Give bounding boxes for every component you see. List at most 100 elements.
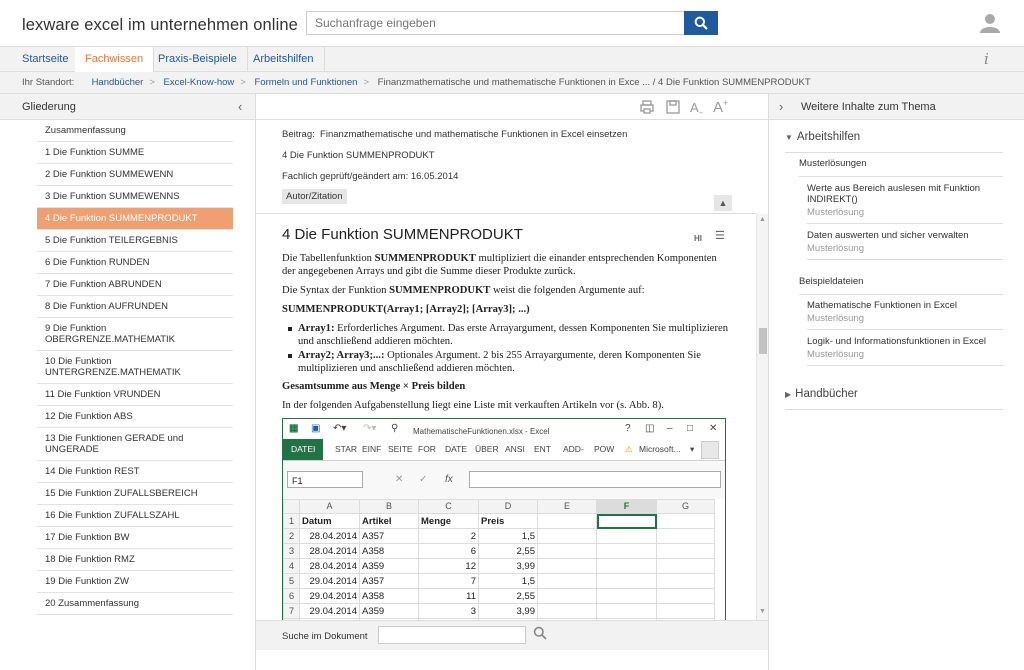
column-header: C [418, 499, 479, 514]
collapse-outline-icon[interactable]: ‹ [238, 99, 242, 114]
outline-item[interactable]: 3 Die Funktion SUMMEWENNS [37, 186, 233, 208]
outline-item[interactable]: 5 Die Funktion TEILERGEBNIS [37, 230, 233, 252]
related-header: › Weitere Inhalte zum Thema [769, 94, 1024, 120]
breadcrumb: Ihr Standort: Handbücher > Excel-Know-how… [0, 72, 1024, 94]
nav-arbeitshilfen[interactable]: Arbeitshilfen [243, 47, 325, 71]
outline-item[interactable]: 1 Die Funktion SUMME [37, 142, 233, 164]
excel-cancel-icon: ✕ [395, 474, 404, 485]
outline-item[interactable]: 17 Die Funktion BW [37, 527, 233, 549]
document-scrollbar[interactable]: ▲ ▼ [756, 214, 768, 620]
list-item: Array2; Array3;...: Optionales Argument.… [288, 349, 730, 375]
search-box [306, 11, 718, 35]
outline-item-active[interactable]: 4 Die Funktion SUMMENPRODUKT [37, 208, 233, 230]
argument-list: Array1: Erforderliches Argument. Das ers… [288, 322, 730, 375]
document-search-input[interactable] [378, 626, 526, 644]
save-icon[interactable] [666, 100, 680, 114]
table-row: 2 28.04.2014 A357 2 1,5 [283, 528, 715, 544]
outline-item[interactable]: 20 Zusammenfassung [37, 593, 233, 615]
excel-save-icon: ▣ [311, 423, 321, 434]
scroll-thumb[interactable] [759, 328, 767, 354]
outline-item[interactable]: Zusammenfassung [37, 120, 233, 142]
outline-item[interactable]: 18 Die Funktion RMZ [37, 549, 233, 571]
corner-cell [283, 499, 300, 514]
excel-tab: STAR [335, 444, 358, 454]
outline-item[interactable]: 6 Die Funktion RUNDEN [37, 252, 233, 274]
print-icon[interactable] [640, 100, 654, 114]
triangle-down-icon: ▼ [785, 133, 793, 142]
nav-praxis-beispiele[interactable]: Praxis-Beispiele [148, 47, 248, 71]
outline-item[interactable]: 8 Die Funktion AUFRUNDEN [37, 296, 233, 318]
related-item[interactable]: Logik- und Informationsfunktionen in Exc… [807, 336, 1003, 366]
font-decrease-icon[interactable]: A− [690, 100, 703, 118]
outline-item[interactable]: 15 Die Funktion ZUFALLSBEREICH [37, 483, 233, 505]
outline-list: Zusammenfassung 1 Die Funktion SUMME 2 D… [37, 120, 233, 615]
related-item[interactable]: Daten auswerten und sicher verwalten Mus… [807, 230, 1003, 260]
collapse-meta-icon[interactable]: ▲ [714, 195, 732, 211]
search-icon[interactable] [533, 626, 547, 640]
paragraph-intro: Die Tabellenfunktion SUMMENPRODUKT multi… [282, 253, 717, 277]
nav-startseite[interactable]: Startseite [12, 47, 80, 71]
outline-item[interactable]: 11 Die Funktion VRUNDEN [37, 384, 233, 406]
excel-help-icon: ? [625, 423, 631, 434]
hi-label[interactable]: HI [694, 232, 702, 245]
outline-item[interactable]: 12 Die Funktion ABS [37, 406, 233, 428]
search-input[interactable] [307, 12, 684, 34]
excel-maximize-icon: □ [687, 423, 694, 434]
beitrag-label: Beitrag: [282, 129, 315, 140]
info-icon[interactable]: i [984, 50, 989, 68]
font-increase-icon[interactable]: A+ [713, 98, 728, 116]
outline-title: Gliederung [22, 101, 76, 113]
outline-item[interactable]: 19 Die Funktion ZW [37, 571, 233, 593]
breadcrumb-formeln[interactable]: Formeln und Funktionen [254, 77, 357, 88]
site-logo[interactable]: lexware excel im unternehmen online [22, 16, 298, 35]
section-arbeitshilfen[interactable]: ▼ Arbeitshilfen [785, 131, 1003, 153]
excel-tab: ÜBER [475, 444, 499, 454]
excel-tab: DATEI [283, 439, 324, 460]
user-icon[interactable] [980, 13, 1000, 33]
breadcrumb-handbuecher[interactable]: Handbücher [92, 77, 144, 88]
related-item[interactable]: Werte aus Bereich auslesen mit Funktion … [807, 183, 1003, 224]
related-item[interactable]: Mathematische Funktionen in Excel Muster… [807, 300, 1003, 330]
excel-formula-bar: F1 ✕ ✓ fx [283, 461, 725, 499]
excel-screenshot: ▦ ▣ ↶▾ ↷▾ ⚲ MathematischeFunktionen.xlsx… [282, 418, 726, 627]
beitrag-title: Finanzmathematische und mathematische Fu… [320, 129, 628, 140]
section-handbuecher[interactable]: ▶ Handbücher [785, 388, 1003, 410]
main-nav: Startseite Fachwissen Praxis-Beispiele A… [0, 46, 1024, 72]
excel-ribbon-icon: ◫ [645, 423, 655, 434]
article-title: 4 Die Funktion SUMMENPRODUKT [282, 226, 523, 243]
column-header: B [359, 499, 419, 514]
expand-related-icon[interactable]: › [779, 99, 783, 114]
excel-grid: A B C D E F G 1 Datum Artikel Menge Prei… [283, 499, 715, 627]
excel-tab: SEITE [388, 444, 413, 454]
document-panel: A− A+ Beitrag: Finanzmathematische und m… [256, 94, 768, 670]
list-item: Array1: Erforderliches Argument. Das ers… [288, 323, 729, 347]
nav-fachwissen[interactable]: Fachwissen [75, 47, 155, 72]
outline-item[interactable]: 2 Die Funktion SUMMEWENN [37, 164, 233, 186]
excel-tab: ADD- [563, 444, 584, 454]
outline-item[interactable]: 14 Die Funktion REST [37, 461, 233, 483]
column-header: E [537, 499, 597, 514]
scroll-down-icon[interactable]: ▼ [759, 608, 766, 615]
avatar [701, 441, 719, 459]
excel-confirm-icon: ✓ [419, 474, 428, 485]
outline-item[interactable]: 13 Die Funktionen GERADE und UNGERADE [37, 428, 233, 461]
breadcrumb-excel-know-how[interactable]: Excel-Know-how [164, 77, 235, 88]
scroll-up-icon[interactable]: ▲ [759, 216, 766, 223]
search-button[interactable] [684, 11, 718, 35]
outline-item[interactable]: 10 Die Funktion UNTERGRENZE.MATHEMATIK [37, 351, 233, 384]
excel-titlebar: ▦ ▣ ↶▾ ↷▾ ⚲ MathematischeFunktionen.xlsx… [283, 419, 725, 439]
outline-item[interactable]: 16 Die Funktion ZUFALLSZAHL [37, 505, 233, 527]
menu-icon[interactable]: ☰ [715, 230, 725, 243]
outline-item[interactable]: 7 Die Funktion ABRUNDEN [37, 274, 233, 296]
excel-tab: EINF [362, 444, 382, 454]
table-row: 1 Datum Artikel Menge Preis [283, 513, 715, 529]
excel-tab: POW [594, 444, 615, 454]
related-title: Weitere Inhalte zum Thema [801, 101, 936, 113]
chapter-title: 4 Die Funktion SUMMENPRODUKT [282, 150, 435, 161]
excel-redo-icon: ↷▾ [363, 423, 377, 434]
outline-item[interactable]: 9 Die Funktion OBERGRENZE.MATHEMATIK [37, 318, 233, 351]
author-citation-button[interactable]: Autor/Zitation [282, 189, 347, 204]
excel-fx-icon: fx [445, 474, 453, 485]
breadcrumb-current: Finanzmathematische und mathematische Fu… [377, 77, 811, 88]
triangle-right-icon: ▶ [785, 390, 792, 399]
